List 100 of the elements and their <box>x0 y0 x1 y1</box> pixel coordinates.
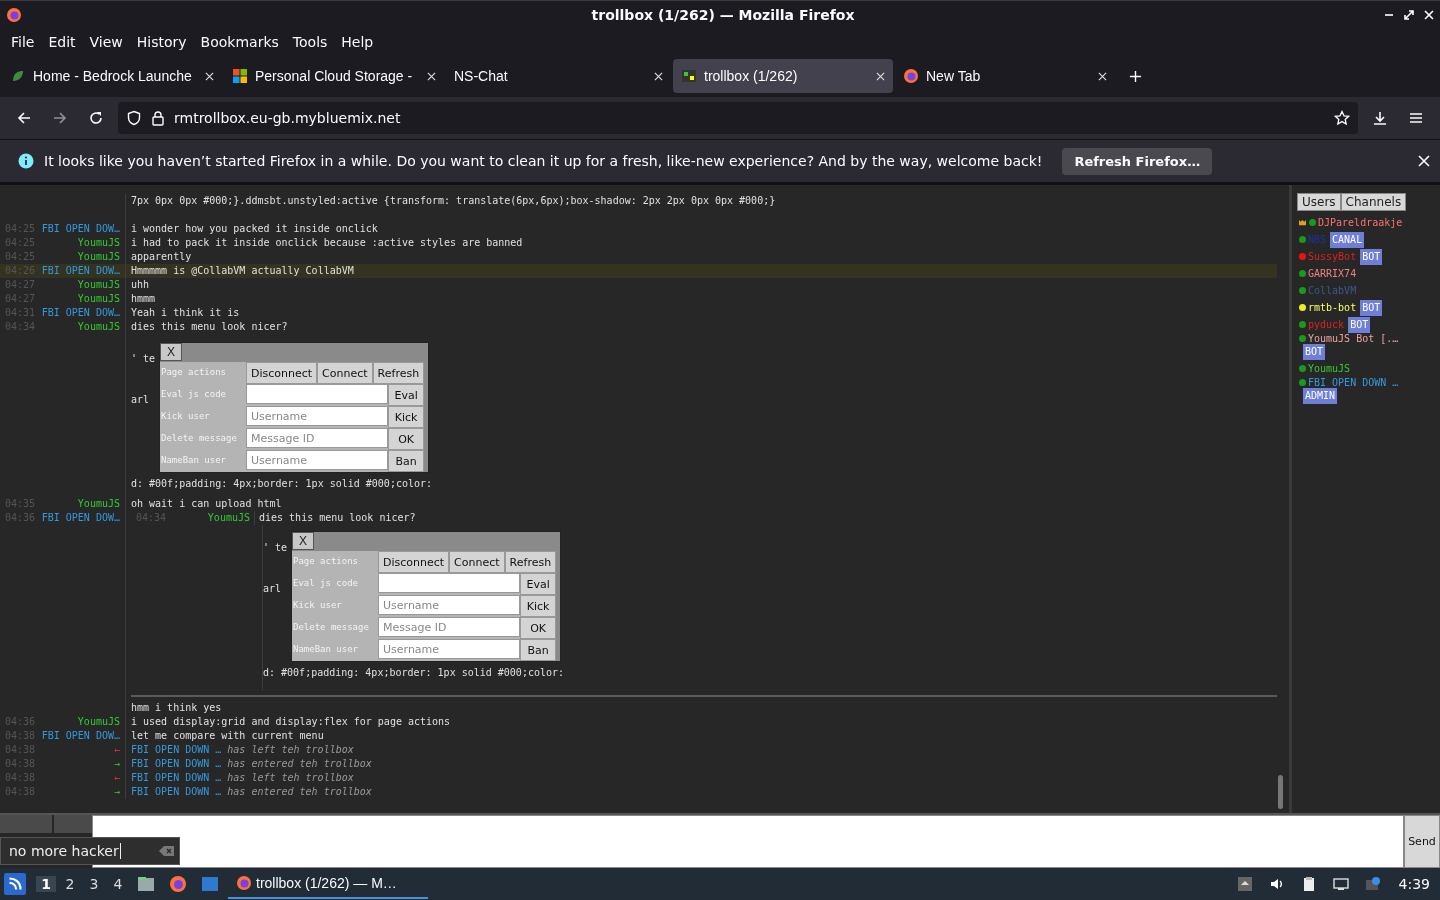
user-name[interactable]: YoumuJS <box>171 511 255 525</box>
suggestion-text[interactable]: no more hacker <box>9 843 121 859</box>
clear-icon[interactable] <box>159 845 175 857</box>
close-button[interactable]: X <box>160 343 182 361</box>
menu-item[interactable]: History <box>129 34 194 50</box>
close-icon[interactable] <box>1418 155 1430 167</box>
user-name[interactable]: FBI OPEN DOWN … <box>131 744 222 755</box>
menu-label: Eval js code <box>292 573 378 595</box>
workspace-button[interactable]: 4 <box>108 876 128 892</box>
close-tab-icon[interactable] <box>205 71 214 81</box>
close-tab-icon[interactable] <box>876 71 885 81</box>
user-name[interactable]: FBI OPEN DOWN … <box>131 758 222 769</box>
menu-label: Kick user <box>292 595 378 617</box>
join-arrow: → <box>113 786 120 797</box>
user-name[interactable]: FBI OPEN DOWN … <box>131 772 222 783</box>
message-text: uhh <box>131 279 150 290</box>
close-tab-icon[interactable] <box>654 71 663 81</box>
close-icon[interactable] <box>1424 10 1434 20</box>
browser-tab[interactable]: New Tab <box>895 59 1115 93</box>
action-button[interactable]: Refresh <box>504 551 557 573</box>
user-name[interactable]: YoumuJS <box>77 498 120 509</box>
action-button[interactable]: Refresh <box>372 362 425 384</box>
close-tab-icon[interactable] <box>427 71 436 81</box>
user-name[interactable]: YoumuJS <box>77 237 120 248</box>
firefox-icon <box>903 68 919 84</box>
menu-item[interactable]: Edit <box>41 34 83 50</box>
menu-item[interactable]: Help <box>334 34 381 50</box>
sidebar-tab[interactable]: Channels <box>1340 193 1407 211</box>
user-name[interactable]: FBI OPEN DOW… <box>41 265 120 276</box>
menu-item[interactable]: Bookmarks <box>193 34 286 50</box>
input-field[interactable]: Message ID <box>378 617 521 637</box>
clock: 4:39 <box>1397 876 1431 892</box>
input-field[interactable]: Username <box>246 450 389 470</box>
user-name[interactable]: DJPareldraakje <box>1318 217 1403 228</box>
browser-tab[interactable]: trollbox (1/262) <box>673 59 893 93</box>
input-field[interactable]: Message ID <box>246 428 389 448</box>
user-name[interactable]: FBI OPEN DOWN … <box>131 786 222 797</box>
action-button[interactable]: Kick <box>520 595 557 617</box>
close-tab-icon[interactable] <box>1098 71 1107 81</box>
sidebar-tab[interactable]: Users <box>1297 193 1341 211</box>
user-name[interactable]: FBI OPEN DOWN … <box>1308 377 1399 388</box>
send-button[interactable]: Send <box>1404 815 1440 868</box>
action-button[interactable]: Disconnect <box>378 551 450 573</box>
user-name[interactable]: YoumuJS Bot [.… <box>1308 333 1399 344</box>
message-text: 7px 0px 0px #000;}.ddmsbt.unstyled:active {transform: translate(6px,6px);box-shadow: 2px 2px 0px 0px #000;} <box>131 195 776 206</box>
action-button[interactable]: Connect <box>449 551 505 573</box>
input-field[interactable]: Username <box>246 406 389 426</box>
action-button[interactable]: OK <box>388 428 425 450</box>
scrollbar-thumb[interactable] <box>1278 775 1283 809</box>
input-field[interactable] <box>378 573 521 593</box>
shield-icon <box>126 110 142 126</box>
message-text: dies this menu look nicer? <box>258 511 417 525</box>
star-icon[interactable] <box>1334 110 1350 126</box>
user-name[interactable]: rmtb-bot <box>1308 302 1357 313</box>
workspace-button[interactable]: 3 <box>84 876 104 892</box>
restore-icon[interactable] <box>1404 10 1414 20</box>
user-name[interactable]: FBI OPEN DOW… <box>41 307 120 318</box>
workspace-button[interactable]: 1 <box>36 876 56 892</box>
user-name[interactable]: YoumuJS <box>77 716 120 727</box>
close-button[interactable]: X <box>292 532 314 550</box>
action-button[interactable]: Eval <box>388 384 425 406</box>
join-arrow: → <box>113 758 120 769</box>
action-button[interactable]: Eval <box>520 573 557 595</box>
user-name[interactable]: YoumuJS <box>77 279 120 290</box>
new-tab-icon[interactable] <box>1129 69 1142 83</box>
action-button[interactable]: Connect <box>317 362 373 384</box>
menu-item[interactable]: File <box>4 34 42 50</box>
taskbar-window-button[interactable]: trollbox (1/262) — M… <box>228 869 428 899</box>
refresh-firefox-button[interactable]: Refresh Firefox… <box>1062 147 1213 175</box>
user-name[interactable]: FBI OPEN DOW… <box>41 223 120 234</box>
action-button[interactable]: OK <box>520 617 557 639</box>
menu-item[interactable]: Tools <box>285 34 335 50</box>
user-name[interactable]: YoumuJS <box>77 321 120 332</box>
user-name[interactable]: YoumuJS <box>77 293 120 304</box>
message-text: hmmm <box>131 293 156 304</box>
user-name[interactable]: GARRIX74 <box>1308 268 1357 279</box>
user-name[interactable]: YoumuJS <box>77 251 120 262</box>
menu-item[interactable]: View <box>82 34 130 50</box>
user-name[interactable]: YoumuJS <box>1308 363 1351 374</box>
browser-tab[interactable]: NS-Chat <box>446 59 671 93</box>
user-name[interactable]: FBI OPEN DOW… <box>41 730 120 741</box>
notification-message: It looks like you haven’t started Firefox in a while. Do you want to clean it up for a fresh, like-new experience? And by the way, welcome back! <box>44 153 1043 169</box>
browser-tab[interactable]: Home - Bedrock Launche <box>2 59 222 93</box>
action-button[interactable]: Ban <box>388 450 425 472</box>
input-field[interactable] <box>246 384 389 404</box>
menu-label: Delete message <box>160 428 246 450</box>
address-bar[interactable]: rmtrollbox.eu-gb.mybluemix.net <box>118 102 1358 134</box>
role-badge: BOT <box>1348 316 1371 333</box>
browser-tab[interactable]: Personal Cloud Storage - <box>224 59 444 93</box>
action-button[interactable]: Disconnect <box>246 362 318 384</box>
firefox-icon <box>6 7 22 23</box>
user-name[interactable]: FBI OPEN DOW… <box>40 511 126 525</box>
input-field[interactable]: Username <box>378 595 521 615</box>
action-button[interactable]: Ban <box>520 639 557 661</box>
start-menu-icon[interactable] <box>4 873 26 895</box>
action-button[interactable]: Kick <box>388 406 425 428</box>
input-field[interactable]: Username <box>378 639 521 659</box>
message-fragment: ' te <box>131 352 157 366</box>
workspace-button[interactable]: 2 <box>60 876 80 892</box>
role-badge: BOT <box>1360 248 1383 265</box>
